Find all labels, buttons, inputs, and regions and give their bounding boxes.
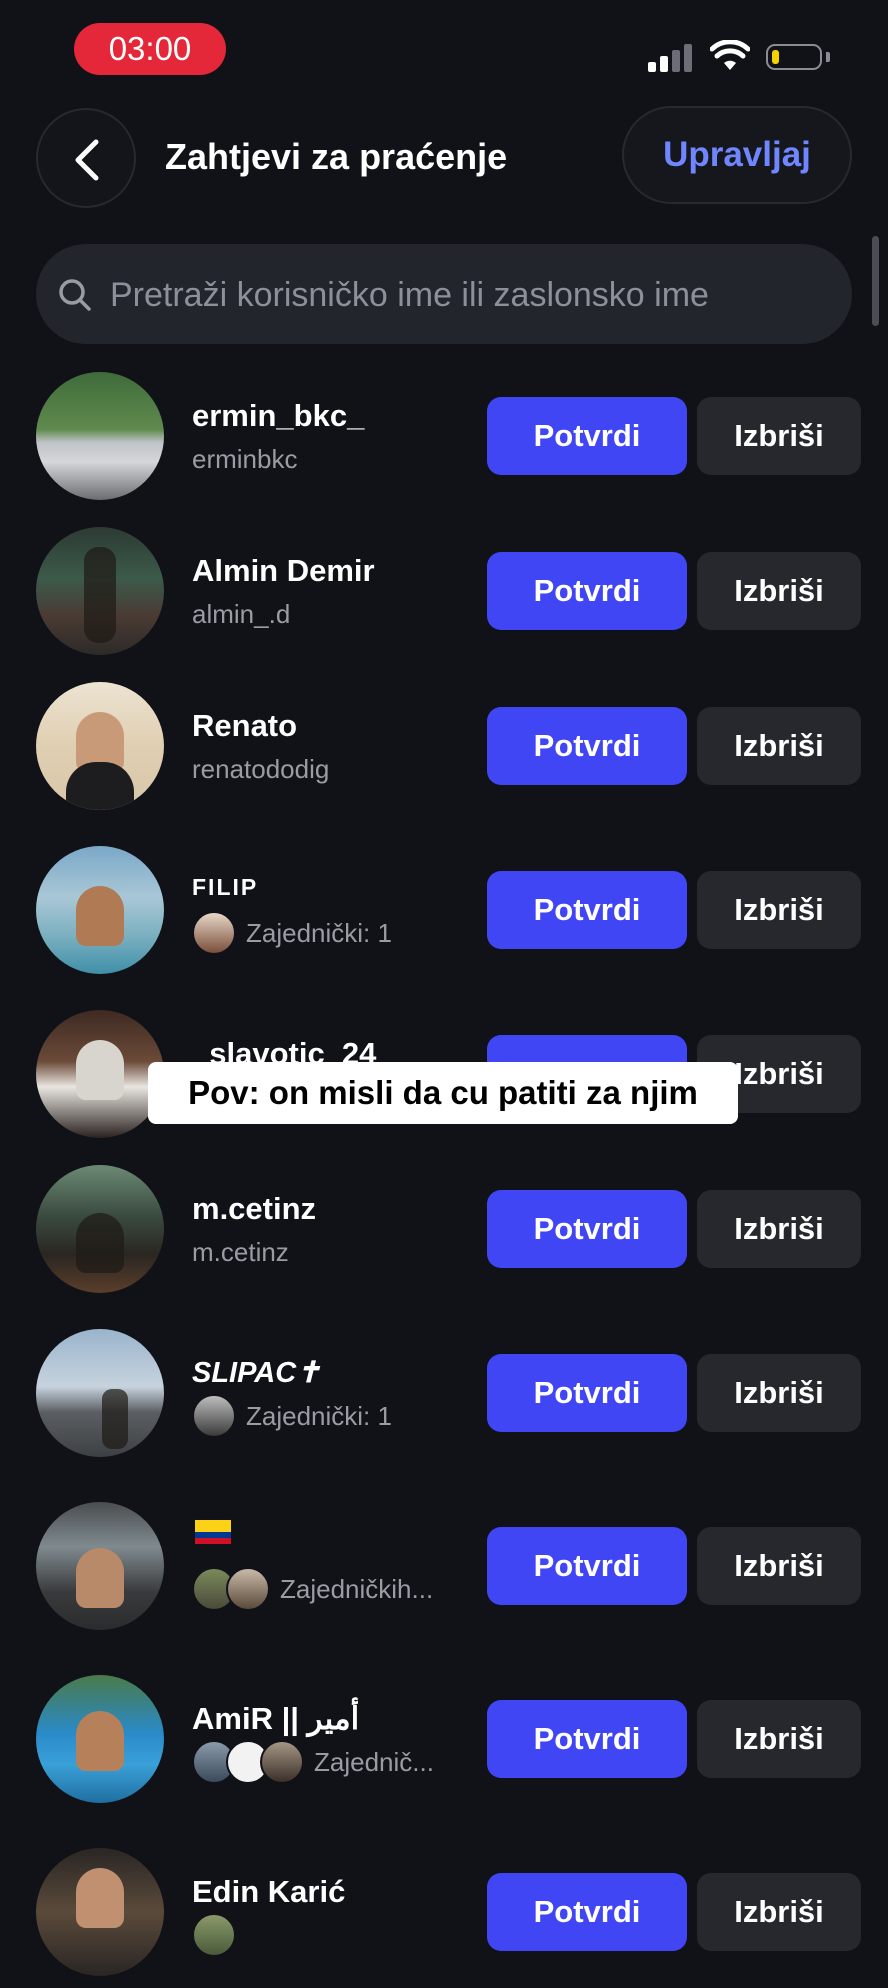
username[interactable]: Edin Karić	[192, 1874, 345, 1910]
confirm-button[interactable]: Potvrdi	[487, 1354, 687, 1432]
handle: renatododig	[192, 754, 330, 784]
status-time: 03:00	[74, 23, 226, 75]
confirm-button[interactable]: Potvrdi	[487, 1190, 687, 1268]
cellular-signal-icon	[648, 44, 696, 72]
confirm-button[interactable]: Potvrdi	[487, 397, 687, 475]
mutual-followers: Zajednički: 1	[192, 1393, 392, 1439]
battery-cap	[826, 52, 830, 62]
mutual-text: Zajedničkih...	[280, 1573, 434, 1604]
back-button[interactable]	[36, 108, 136, 208]
mutual-followers: Zajedničkih...	[192, 1566, 433, 1612]
confirm-button[interactable]: Potvrdi	[487, 552, 687, 630]
avatar[interactable]	[36, 372, 164, 500]
avatar[interactable]	[36, 1502, 164, 1630]
avatar[interactable]	[36, 1848, 164, 1976]
avatar[interactable]	[36, 527, 164, 655]
list-item: AmiR || أمير Zajednič... Potvrdi Izbriši	[0, 1675, 888, 1815]
list-item: m.cetinz m.cetinz Potvrdi Izbriši	[0, 1165, 888, 1305]
search-bar[interactable]	[36, 244, 852, 346]
avatar[interactable]	[36, 1329, 164, 1457]
avatar[interactable]	[36, 846, 164, 974]
confirm-button[interactable]: Potvrdi	[487, 1700, 687, 1778]
mutual-followers	[192, 1912, 236, 1958]
username[interactable]: FILIP	[192, 874, 258, 901]
delete-button[interactable]: Izbriši	[697, 1873, 861, 1951]
mutual-avatar	[226, 1567, 270, 1611]
list-item: ermin_bkc_ erminbkc Potvrdi Izbriši	[0, 372, 888, 512]
username[interactable]: m.cetinz	[192, 1191, 316, 1227]
mutual-followers: Zajednič...	[192, 1739, 434, 1785]
search-input[interactable]	[108, 244, 832, 346]
list-item: SLIPAC✝ Zajednički: 1 Potvrdi Izbriši	[0, 1329, 888, 1469]
handle: m.cetinz	[192, 1237, 289, 1267]
wifi-icon	[710, 40, 750, 70]
delete-button[interactable]: Izbriši	[697, 1700, 861, 1778]
mutual-avatar	[192, 911, 236, 955]
confirm-button[interactable]: Potvrdi	[487, 871, 687, 949]
delete-button[interactable]: Izbriši	[697, 1527, 861, 1605]
manage-button[interactable]: Upravljaj	[622, 106, 852, 204]
mutual-text: Zajednički: 1	[246, 1400, 392, 1431]
delete-button[interactable]: Izbriši	[697, 707, 861, 785]
list-item: Almin Demir almin_.d Potvrdi Izbriši	[0, 527, 888, 667]
delete-button[interactable]: Izbriši	[697, 552, 861, 630]
page-title: Zahtjevi za praćenje	[165, 136, 508, 177]
avatar[interactable]	[36, 1675, 164, 1803]
mutual-text: Zajednički: 1	[246, 917, 392, 948]
mutual-text: Zajednič...	[314, 1746, 434, 1777]
mutual-followers: Zajednički: 1	[192, 910, 392, 956]
delete-button[interactable]: Izbriši	[697, 397, 861, 475]
username[interactable]: ermin_bkc_	[192, 398, 364, 434]
delete-button[interactable]: Izbriši	[697, 1354, 861, 1432]
battery-icon	[766, 44, 822, 70]
confirm-button[interactable]: Potvrdi	[487, 1527, 687, 1605]
list-item: FILIP Zajednički: 1 Potvrdi Izbriši	[0, 846, 888, 986]
username[interactable]: AmiR || أمير	[192, 1701, 359, 1737]
avatar[interactable]	[36, 682, 164, 810]
mutual-avatar	[192, 1394, 236, 1438]
delete-button[interactable]: Izbriši	[697, 871, 861, 949]
confirm-button[interactable]: Potvrdi	[487, 707, 687, 785]
video-caption: Pov: on misli da cu patiti za njim	[148, 1062, 738, 1124]
avatar[interactable]	[36, 1165, 164, 1293]
chevron-left-icon	[75, 139, 99, 181]
list-item: Renato renatododig Potvrdi Izbriši	[0, 682, 888, 822]
username[interactable]: Renato	[192, 708, 297, 744]
handle: almin_.d	[192, 599, 291, 629]
delete-button[interactable]: Izbriši	[697, 1190, 861, 1268]
search-icon	[59, 279, 91, 311]
handle: erminbkc	[192, 444, 298, 474]
mutual-avatar	[260, 1740, 304, 1784]
list-item: Edin Karić Potvrdi Izbriši	[0, 1848, 888, 1988]
scrollbar[interactable]	[872, 236, 879, 326]
colombia-flag-icon	[195, 1520, 231, 1544]
avatar[interactable]	[36, 1010, 164, 1138]
username[interactable]: SLIPAC✝	[192, 1355, 321, 1390]
list-item: Zajedničkih... Potvrdi Izbriši	[0, 1502, 888, 1642]
username[interactable]: Almin Demir	[192, 553, 375, 589]
confirm-button[interactable]: Potvrdi	[487, 1873, 687, 1951]
